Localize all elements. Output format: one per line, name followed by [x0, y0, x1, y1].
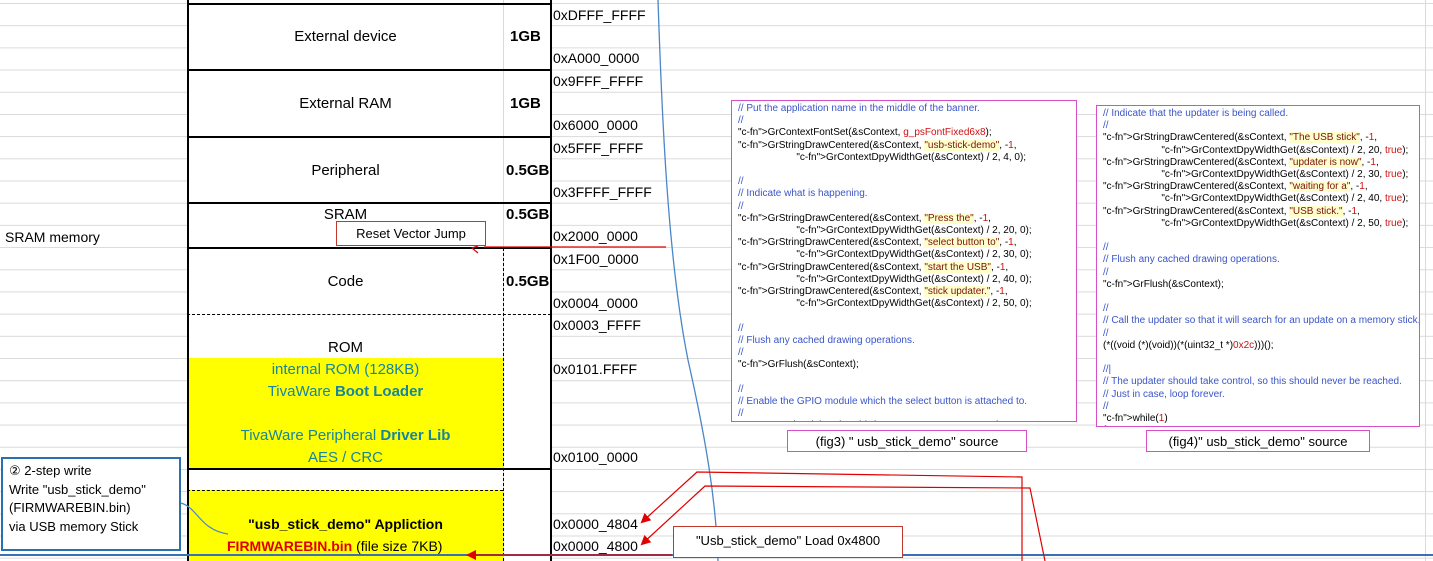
- note-connector: [180, 502, 229, 535]
- code-line: "c-fn">GrStringDrawCentered(&sContext, "…: [738, 212, 991, 224]
- code-line: "c-fn">GrStringDrawCentered(&sContext, "…: [738, 286, 1008, 298]
- code-line: // Just in case, loop forever.: [1103, 388, 1225, 400]
- reset-vector-arrowhead: [470, 245, 479, 254]
- code-line: "c-fn">GrStringDrawCentered(&sContext, "…: [1103, 205, 1360, 217]
- code-line: "c-fn">GrStringDrawCentered(&sContext, "…: [738, 261, 1009, 273]
- code-line: //: [1103, 120, 1109, 132]
- code-line: "c-fn">GrStringDrawCentered(&sContext, "…: [738, 237, 1017, 249]
- code-line: // Call the updater so that it will sear…: [1103, 315, 1420, 327]
- code-line: "c-fn">while(1): [1103, 413, 1168, 425]
- code-line: // Indicate that the updater is being ca…: [1103, 108, 1289, 119]
- code-line: // Flush any cached drawing operations.: [738, 334, 915, 346]
- code-line: "c-fn">GrContextDpyWidthGet(&sContext) /…: [1161, 144, 1409, 156]
- fig3-code-panel[interactable]: // Put the application name in the middl…: [731, 100, 1077, 422]
- code-line: // Indicate what is happening.: [738, 188, 868, 200]
- code-line: // Put the application name in the middl…: [738, 103, 980, 114]
- code-line: "c-fn">GrContextDpyWidthGet(&sContext) /…: [1161, 169, 1409, 181]
- code-line: "c-fn">GrFlush(&sContext);: [738, 359, 859, 371]
- code-line: "c-fn">GrContextDpyWidthGet(&sContext) /…: [796, 249, 1032, 261]
- code-line: "c-fn">GrContextDpyWidthGet(&sContext) /…: [796, 298, 1032, 310]
- load-callout[interactable]: "Usb_stick_demo" Load 0x4800: [673, 526, 903, 558]
- code-line: {: [1103, 425, 1413, 426]
- code-line: "c-fn">GrStringDrawCentered(&sContext, "…: [1103, 132, 1378, 144]
- code-line: //: [738, 115, 744, 127]
- reset-vector-callout[interactable]: Reset Vector Jump: [336, 221, 486, 246]
- code-line: ROM_SysCtlPeripheralEnable(SYSCTL_PERIPH…: [738, 420, 1070, 421]
- code-line: "c-fn">GrStringDrawCentered(&sContext, "…: [1103, 156, 1379, 168]
- code-line: // Enable the GPIO module which the sele…: [738, 395, 1028, 407]
- code-line: "c-fn">GrStringDrawCentered(&sContext, "…: [738, 139, 1017, 151]
- note-line: ② 2-step write: [9, 463, 92, 478]
- code-line: "c-fn">GrContextFontSet(&sContext, g_psF…: [738, 127, 992, 139]
- code-line: "c-fn">GrFlush(&sContext);: [1103, 278, 1224, 290]
- code-line: "c-fn">GrContextDpyWidthGet(&sContext) /…: [1161, 193, 1409, 205]
- code-line: //: [1103, 327, 1109, 339]
- fig4-code-panel[interactable]: // Indicate that the updater is being ca…: [1096, 105, 1420, 427]
- note-line: via USB memory Stick: [9, 518, 139, 534]
- code-line: //: [738, 408, 744, 420]
- code-line: //: [738, 322, 744, 334]
- code-line: //: [738, 347, 744, 359]
- code-line: //: [1103, 400, 1109, 412]
- fig4-caption: (fig4)" usb_stick_demo" source: [1146, 430, 1370, 452]
- fig3-caption: (fig3) " usb_stick_demo" source: [787, 430, 1027, 452]
- code-line: // Flush any cached drawing operations.: [1103, 254, 1280, 266]
- code-line: "c-fn">GrStringDrawCentered(&sContext, "…: [1103, 181, 1368, 193]
- code-line: //: [1103, 266, 1109, 278]
- blue-connector-line: [657, 0, 719, 561]
- code-line: //: [738, 383, 744, 395]
- code-line: "c-fn">GrContextDpyWidthGet(&sContext) /…: [1161, 217, 1409, 229]
- code-line: // The updater should take control, so t…: [1103, 376, 1402, 388]
- note-line: Write "usb_stick_demo": [9, 481, 146, 497]
- code-line: (*((void (*)(void))(*(uint32_t *)0x2c)))…: [1103, 339, 1274, 351]
- usb-write-note[interactable]: ② 2-step write Write "usb_stick_demo" (F…: [1, 457, 181, 551]
- code-line: //: [1103, 303, 1109, 315]
- code-line: //: [738, 200, 744, 212]
- note-line: (FIRMWAREBIN.bin): [9, 500, 131, 515]
- code-line: //: [1103, 242, 1109, 254]
- code-line: //: [738, 176, 744, 188]
- code-line: "c-fn">GrContextDpyWidthGet(&sContext) /…: [796, 225, 1032, 237]
- code-line: "c-fn">GrContextDpyWidthGet(&sContext) /…: [796, 151, 1027, 163]
- code-line: //|: [1103, 364, 1112, 376]
- code-line: "c-fn">GrContextDpyWidthGet(&sContext) /…: [796, 273, 1032, 285]
